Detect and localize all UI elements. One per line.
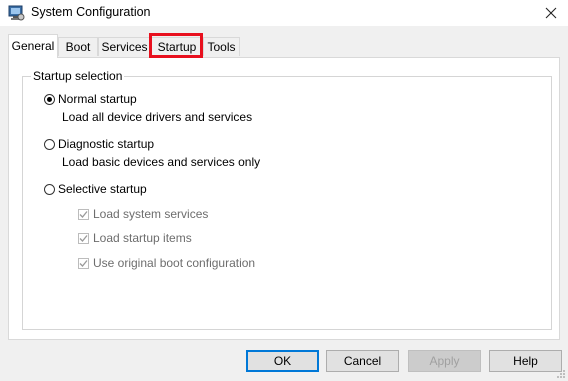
checkmark-icon — [78, 208, 89, 220]
tab-startup[interactable]: Startup — [151, 37, 203, 56]
selective-startup-label: Selective startup — [58, 182, 147, 196]
load-system-services-checkbox[interactable]: Load system services — [78, 207, 208, 221]
diagnostic-startup-label: Diagnostic startup — [58, 137, 155, 151]
tab-boot[interactable]: Boot — [58, 37, 98, 56]
load-startup-items-label: Load startup items — [93, 231, 192, 245]
ok-button[interactable]: OK — [246, 350, 319, 372]
group-title: Startup selection — [31, 69, 125, 83]
normal-startup-description: Load all device drivers and services — [62, 110, 253, 124]
diagnostic-startup-radio[interactable]: Diagnostic startup — [44, 137, 154, 151]
close-button[interactable] — [534, 0, 568, 26]
radio-icon — [44, 138, 55, 150]
tab-general[interactable]: General — [8, 34, 58, 58]
checkmark-icon — [78, 232, 89, 244]
resize-grip-icon[interactable] — [556, 369, 566, 379]
load-system-services-label: Load system services — [93, 207, 209, 221]
use-original-boot-config-checkbox[interactable]: Use original boot configuration — [78, 256, 255, 270]
general-tab-panel: Startup selection Normal startup Load al… — [8, 57, 560, 340]
normal-startup-radio[interactable]: Normal startup — [44, 92, 137, 106]
checkmark-icon — [78, 257, 89, 269]
apply-button[interactable]: Apply — [408, 350, 481, 372]
diagnostic-startup-description: Load basic devices and services only — [62, 155, 261, 169]
use-original-boot-config-label: Use original boot configuration — [93, 256, 256, 270]
load-startup-items-checkbox[interactable]: Load startup items — [78, 231, 192, 245]
close-icon — [545, 7, 557, 19]
radio-icon — [44, 183, 55, 195]
tab-tools[interactable]: Tools — [203, 37, 240, 56]
startup-selection-group: Startup selection Normal startup Load al… — [22, 69, 552, 330]
selective-startup-radio[interactable]: Selective startup — [44, 182, 147, 196]
title-bar: System Configuration — [0, 0, 568, 26]
cancel-button[interactable]: Cancel — [326, 350, 399, 372]
tab-services[interactable]: Services — [98, 37, 151, 56]
radio-selected-icon — [44, 93, 55, 105]
help-button[interactable]: Help — [489, 350, 562, 372]
window-title: System Configuration — [31, 5, 151, 19]
normal-startup-label: Normal startup — [58, 92, 137, 106]
msconfig-icon — [7, 4, 25, 22]
